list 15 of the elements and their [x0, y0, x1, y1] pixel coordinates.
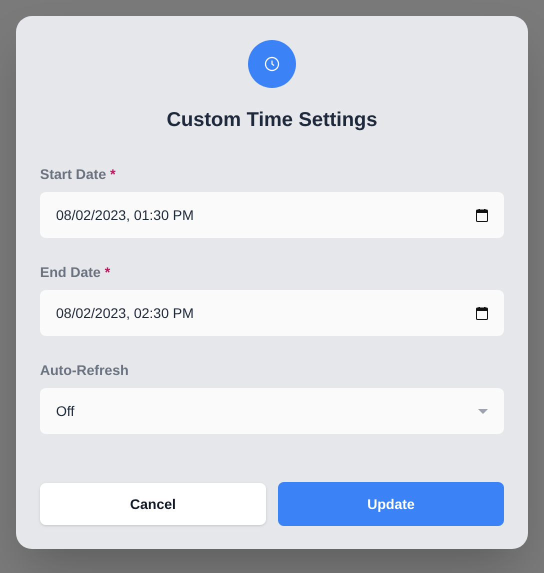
required-asterisk: * — [104, 262, 110, 282]
calendar-icon[interactable] — [476, 208, 488, 222]
cancel-button[interactable]: Cancel — [40, 483, 266, 525]
dialog-title: Custom Time Settings — [166, 108, 378, 132]
field-label: Auto-Refresh — [40, 360, 129, 380]
select-dropdown[interactable]: Off — [40, 388, 504, 434]
datetime-field[interactable]: 08/02/2023, 01:30 PM — [40, 192, 504, 238]
required-asterisk: * — [110, 164, 116, 184]
field-label: End Date — [40, 262, 101, 282]
caret-icon — [478, 408, 488, 414]
calendar-icon[interactable] — [476, 306, 488, 320]
clock-icon — [248, 40, 296, 88]
update-button[interactable]: Update — [278, 482, 504, 526]
datetime-field[interactable]: 08/02/2023, 02:30 PM — [40, 290, 504, 336]
field-label: Start Date — [40, 164, 106, 184]
